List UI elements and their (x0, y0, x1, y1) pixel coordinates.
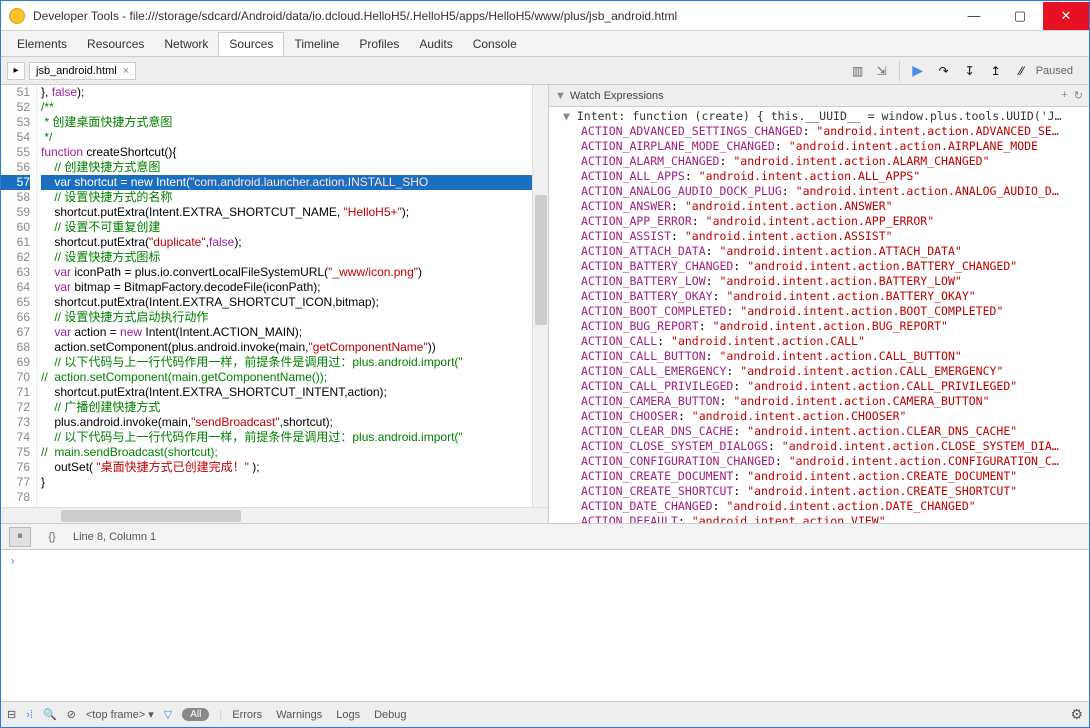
maximize-button[interactable]: ▢ (997, 2, 1043, 30)
bottom-toolbar: ⊟ ›⁞ 🔍 ⊘ <top frame> ▾ ▽ All | ErrorsWar… (1, 701, 1089, 727)
tab-resources[interactable]: Resources (77, 33, 154, 55)
watch-property[interactable]: ACTION_APP_ERROR: "android.intent.action… (563, 214, 1089, 229)
format-icon[interactable]: ⇲ (871, 61, 893, 81)
watch-property[interactable]: ACTION_CALL_EMERGENCY: "android.intent.a… (563, 364, 1089, 379)
settings-icon[interactable]: ⚙ (1070, 706, 1083, 723)
watch-property[interactable]: ACTION_AIRPLANE_MODE_CHANGED: "android.i… (563, 139, 1089, 154)
watch-property[interactable]: ACTION_CAMERA_BUTTON: "android.intent.ac… (563, 394, 1089, 409)
filter-logs[interactable]: Logs (336, 709, 360, 721)
watch-property[interactable]: ACTION_CALL_PRIVILEGED: "android.intent.… (563, 379, 1089, 394)
watch-property[interactable]: ACTION_CREATE_DOCUMENT: "android.intent.… (563, 469, 1089, 484)
watch-property[interactable]: ACTION_DEFAULT: "android.intent.action.V… (563, 514, 1089, 523)
watch-property[interactable]: ACTION_ANALOG_AUDIO_DOCK_PLUG: "android.… (563, 184, 1089, 199)
watch-property[interactable]: ACTION_DATE_CHANGED: "android.intent.act… (563, 499, 1089, 514)
file-tab[interactable]: jsb_android.html × (29, 62, 136, 80)
code-pane: 5152535455565758596061626364656667686970… (1, 85, 549, 523)
collapse-icon[interactable]: ▼ (555, 90, 566, 102)
step-into-button[interactable]: ↧ (958, 61, 982, 81)
horizontal-scrollbar[interactable] (1, 507, 548, 523)
console-drawer[interactable]: › (1, 549, 1089, 701)
watch-property[interactable]: ACTION_BATTERY_OKAY: "android.intent.act… (563, 289, 1089, 304)
deactivate-breakpoints-button[interactable]: ⁄⁄ (1010, 61, 1034, 81)
watch-property[interactable]: ACTION_CALL: "android.intent.action.CALL… (563, 334, 1089, 349)
debugger-sidebar: ▼ Watch Expressions + ↻ ▼ Intent: functi… (549, 85, 1089, 523)
vertical-scrollbar[interactable] (532, 85, 548, 507)
watch-property[interactable]: ACTION_BOOT_COMPLETED: "android.intent.a… (563, 304, 1089, 319)
log-filters: Errors Warnings Logs Debug (232, 709, 420, 721)
watch-property[interactable]: ACTION_CREATE_SHORTCUT: "android.intent.… (563, 484, 1089, 499)
filter-all[interactable]: All (182, 708, 209, 721)
tab-network[interactable]: Network (154, 33, 218, 55)
step-out-button[interactable]: ↥ (984, 61, 1008, 81)
watch-expressions-body[interactable]: ▼ Intent: function (create) { this.__UUI… (549, 107, 1089, 523)
tab-elements[interactable]: Elements (7, 33, 77, 55)
main-tabs: ElementsResourcesNetworkSourcesTimelineP… (1, 31, 1089, 57)
tab-sources[interactable]: Sources (218, 32, 284, 56)
titlebar: Developer Tools - file:///storage/sdcard… (1, 1, 1089, 31)
tab-profiles[interactable]: Profiles (349, 33, 409, 55)
debugger-controls: ▶ ↷ ↧ ↥ ⁄⁄ Paused (899, 61, 1089, 81)
filter-warnings[interactable]: Warnings (276, 709, 322, 721)
watch-property[interactable]: ACTION_CALL_BUTTON: "android.intent.acti… (563, 349, 1089, 364)
watch-property[interactable]: ACTION_ADVANCED_SETTINGS_CHANGED: "andro… (563, 124, 1089, 139)
window-title: Developer Tools - file:///storage/sdcard… (33, 9, 951, 23)
toolbar: ▸ jsb_android.html × ▥ ⇲ ▶ ↷ ↧ ↥ ⁄⁄ Paus… (1, 57, 1089, 85)
refresh-watch-icon[interactable]: ↻ (1074, 89, 1083, 102)
resume-button[interactable]: ▶ (906, 61, 930, 81)
watch-property[interactable]: ACTION_CHOOSER: "android.intent.action.C… (563, 409, 1089, 424)
cursor-position: Line 8, Column 1 (73, 531, 156, 543)
tab-audits[interactable]: Audits (409, 33, 462, 55)
filter-debug[interactable]: Debug (374, 709, 406, 721)
watch-property[interactable]: ACTION_ANSWER: "android.intent.action.AN… (563, 199, 1089, 214)
watch-property[interactable]: ACTION_CLOSE_SYSTEM_DIALOGS: "android.in… (563, 439, 1089, 454)
tab-timeline[interactable]: Timeline (284, 33, 349, 55)
watch-property[interactable]: ACTION_BATTERY_LOW: "android.intent.acti… (563, 274, 1089, 289)
watch-property[interactable]: ACTION_ASSIST: "android.intent.action.AS… (563, 229, 1089, 244)
main-area: 5152535455565758596061626364656667686970… (1, 85, 1089, 523)
line-gutter[interactable]: 5152535455565758596061626364656667686970… (1, 85, 37, 507)
code-editor[interactable]: }, false);/** * 创建桌面快捷方式意图 */function cr… (37, 85, 532, 507)
watch-property[interactable]: ACTION_CLEAR_DNS_CACHE: "android.intent.… (563, 424, 1089, 439)
navigator-toggle-icon[interactable]: ▸ (7, 62, 25, 80)
watch-property[interactable]: ACTION_ALL_APPS: "android.intent.action.… (563, 169, 1089, 184)
editor-statusbar: ⏸ {} Line 8, Column 1 (1, 523, 1089, 549)
minimize-button[interactable]: — (951, 2, 997, 30)
watch-property[interactable]: ACTION_CONFIGURATION_CHANGED: "android.i… (563, 454, 1089, 469)
watch-property[interactable]: ACTION_BUG_REPORT: "android.intent.actio… (563, 319, 1089, 334)
add-watch-icon[interactable]: + (1061, 89, 1067, 102)
history-icon[interactable]: ▥ (847, 61, 869, 81)
file-tab-label: jsb_android.html (36, 65, 117, 77)
watch-expressions-header[interactable]: ▼ Watch Expressions + ↻ (549, 85, 1089, 107)
search-icon[interactable]: 🔍 (43, 708, 57, 721)
app-icon (9, 8, 25, 24)
console-prompt[interactable]: › (1, 550, 1089, 572)
filter-errors[interactable]: Errors (232, 709, 262, 721)
clear-icon[interactable]: ⊘ (67, 708, 76, 721)
pause-exceptions-icon[interactable]: ⏸ (9, 527, 31, 547)
window-controls: — ▢ ✕ (951, 2, 1089, 30)
tab-console[interactable]: Console (463, 33, 527, 55)
paused-label: Paused (1036, 65, 1083, 77)
pretty-print-icon[interactable]: {} (41, 527, 63, 547)
watch-header-label: Watch Expressions (570, 90, 664, 102)
close-icon[interactable]: × (123, 65, 129, 77)
close-button[interactable]: ✕ (1043, 2, 1089, 30)
drawer-toggle-icon[interactable]: ⊟ (7, 708, 16, 721)
frame-selector[interactable]: <top frame> ▾ (86, 708, 154, 721)
filter-icon[interactable]: ▽ (164, 708, 172, 721)
watch-property[interactable]: ACTION_BATTERY_CHANGED: "android.intent.… (563, 259, 1089, 274)
watch-property[interactable]: ACTION_ALARM_CHANGED: "android.intent.ac… (563, 154, 1089, 169)
step-over-button[interactable]: ↷ (932, 61, 956, 81)
console-toggle-icon[interactable]: ›⁞ (26, 709, 33, 721)
watch-property[interactable]: ACTION_ATTACH_DATA: "android.intent.acti… (563, 244, 1089, 259)
